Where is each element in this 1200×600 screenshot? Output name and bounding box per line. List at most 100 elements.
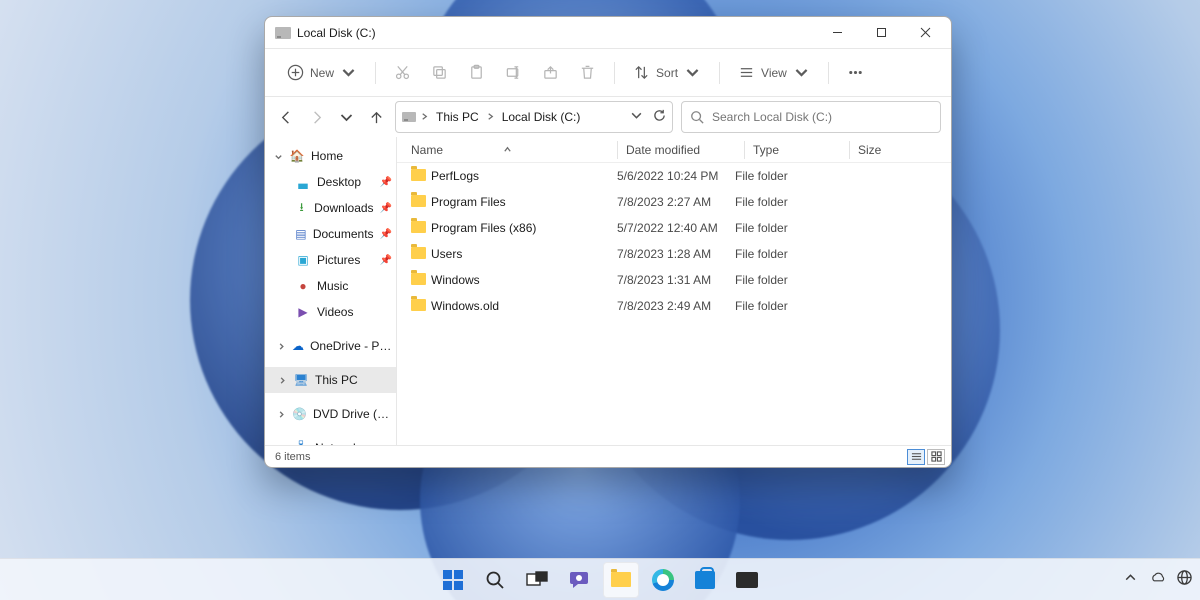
address-bar[interactable]: This PC Local Disk (C:) bbox=[395, 101, 673, 133]
table-row[interactable]: Windows.old7/8/2023 2:49 AMFile folder bbox=[397, 293, 951, 319]
column-header-date[interactable]: Date modified bbox=[626, 143, 744, 157]
paste-button[interactable] bbox=[460, 58, 493, 87]
view-icon bbox=[738, 64, 755, 81]
file-date: 5/6/2022 10:24 PM bbox=[617, 169, 735, 183]
back-button[interactable] bbox=[275, 102, 297, 132]
edge-button[interactable] bbox=[645, 562, 681, 598]
sidebar-label: Home bbox=[311, 149, 343, 163]
file-list: Name Date modified Type Size PerfLogs5/6… bbox=[397, 137, 951, 445]
thumbnails-view-button[interactable] bbox=[927, 449, 945, 465]
chat-icon bbox=[568, 569, 590, 591]
search-icon bbox=[485, 570, 505, 590]
view-button[interactable]: View bbox=[730, 58, 818, 87]
delete-button[interactable] bbox=[571, 58, 604, 87]
nav-sidebar: 🏠 Home ▃Desktop📌 ⭳Downloads📌 ▤Documents📌… bbox=[265, 137, 397, 445]
sidebar-item-videos[interactable]: ▶Videos bbox=[265, 299, 396, 325]
status-text: 6 items bbox=[275, 451, 310, 463]
terminal-button[interactable] bbox=[729, 562, 765, 598]
task-view-button[interactable] bbox=[519, 562, 555, 598]
column-headers: Name Date modified Type Size bbox=[397, 137, 951, 163]
file-date: 7/8/2023 2:49 AM bbox=[617, 299, 735, 313]
store-button[interactable] bbox=[687, 562, 723, 598]
refresh-button[interactable] bbox=[653, 109, 666, 125]
column-header-name[interactable]: Name bbox=[411, 143, 617, 157]
taskview-icon bbox=[526, 571, 548, 589]
pin-icon: 📌 bbox=[380, 229, 392, 240]
up-button[interactable] bbox=[365, 102, 387, 132]
close-button[interactable] bbox=[903, 18, 947, 48]
crumb-thispc[interactable]: This PC bbox=[433, 108, 482, 126]
onedrive-tray-icon[interactable] bbox=[1150, 570, 1165, 590]
column-header-type[interactable]: Type bbox=[753, 143, 849, 157]
folder-icon bbox=[411, 195, 426, 207]
home-icon: 🏠 bbox=[289, 148, 305, 164]
address-history-button[interactable] bbox=[630, 109, 643, 125]
taskbar-search-button[interactable] bbox=[477, 562, 513, 598]
sidebar-item-downloads[interactable]: ⭳Downloads📌 bbox=[265, 195, 396, 221]
sidebar-item-pictures[interactable]: ▣Pictures📌 bbox=[265, 247, 396, 273]
sort-asc-icon bbox=[503, 145, 512, 154]
more-button[interactable] bbox=[839, 58, 872, 87]
disc-icon: 💿 bbox=[292, 406, 307, 422]
column-header-size[interactable]: Size bbox=[858, 143, 951, 157]
file-type: File folder bbox=[735, 273, 831, 287]
file-date: 7/8/2023 1:28 AM bbox=[617, 247, 735, 261]
cut-button[interactable] bbox=[386, 58, 419, 87]
table-row[interactable]: Windows7/8/2023 1:31 AMFile folder bbox=[397, 267, 951, 293]
sidebar-item-onedrive[interactable]: ☁OneDrive - Personal bbox=[265, 333, 396, 359]
file-date: 5/7/2022 12:40 AM bbox=[617, 221, 735, 235]
nav-row: This PC Local Disk (C:) bbox=[265, 97, 951, 137]
pin-icon: 📌 bbox=[380, 255, 392, 266]
table-row[interactable]: Users7/8/2023 1:28 AMFile folder bbox=[397, 241, 951, 267]
sidebar-item-documents[interactable]: ▤Documents📌 bbox=[265, 221, 396, 247]
videos-icon: ▶ bbox=[295, 304, 311, 320]
edge-icon bbox=[652, 569, 674, 591]
rename-button[interactable] bbox=[497, 58, 530, 87]
chat-button[interactable] bbox=[561, 562, 597, 598]
search-input[interactable] bbox=[712, 110, 932, 124]
share-button[interactable] bbox=[534, 58, 567, 87]
share-icon bbox=[542, 64, 559, 81]
pc-icon: 🖥 bbox=[293, 372, 309, 388]
tray-overflow-button[interactable] bbox=[1123, 570, 1138, 590]
sidebar-item-music[interactable]: ●Music bbox=[265, 273, 396, 299]
new-button[interactable]: New bbox=[279, 58, 365, 87]
titlebar[interactable]: Local Disk (C:) bbox=[265, 17, 951, 49]
sidebar-item-desktop[interactable]: ▃Desktop📌 bbox=[265, 169, 396, 195]
copy-button[interactable] bbox=[423, 58, 456, 87]
start-button[interactable] bbox=[435, 562, 471, 598]
maximize-button[interactable] bbox=[859, 18, 903, 48]
store-icon bbox=[695, 571, 715, 589]
file-name: Users bbox=[431, 247, 617, 261]
search-icon bbox=[690, 110, 704, 124]
pin-icon: 📌 bbox=[380, 177, 392, 188]
search-box[interactable] bbox=[681, 101, 941, 133]
file-explorer-taskbar-button[interactable] bbox=[603, 562, 639, 598]
file-date: 7/8/2023 2:27 AM bbox=[617, 195, 735, 209]
crumb-current[interactable]: Local Disk (C:) bbox=[499, 108, 584, 126]
sidebar-item-thispc[interactable]: 🖥This PC bbox=[265, 367, 396, 393]
terminal-icon bbox=[736, 572, 758, 588]
file-explorer-window: Local Disk (C:) New bbox=[264, 16, 952, 468]
forward-button[interactable] bbox=[305, 102, 327, 132]
network-tray-icon[interactable] bbox=[1177, 570, 1192, 590]
downloads-icon: ⭳ bbox=[295, 200, 308, 216]
sidebar-item-network[interactable]: 🖧Network bbox=[265, 435, 396, 445]
table-row[interactable]: PerfLogs5/6/2022 10:24 PMFile folder bbox=[397, 163, 951, 189]
drive-icon bbox=[402, 112, 416, 122]
table-row[interactable]: Program Files7/8/2023 2:27 AMFile folder bbox=[397, 189, 951, 215]
sidebar-item-dvd[interactable]: 💿DVD Drive (D:) CCCOMA_X64FRE bbox=[265, 401, 396, 427]
cut-icon bbox=[394, 64, 411, 81]
sort-button[interactable]: Sort bbox=[625, 58, 709, 87]
table-row[interactable]: Program Files (x86)5/7/2022 12:40 AMFile… bbox=[397, 215, 951, 241]
status-bar: 6 items bbox=[265, 445, 951, 467]
file-name: Program Files (x86) bbox=[431, 221, 617, 235]
folder-icon bbox=[611, 572, 631, 587]
pictures-icon: ▣ bbox=[295, 252, 311, 268]
sidebar-item-home[interactable]: 🏠 Home bbox=[265, 143, 396, 169]
folder-icon bbox=[411, 299, 426, 311]
recent-button[interactable] bbox=[335, 102, 357, 132]
details-view-button[interactable] bbox=[907, 449, 925, 465]
file-type: File folder bbox=[735, 195, 831, 209]
minimize-button[interactable] bbox=[815, 18, 859, 48]
